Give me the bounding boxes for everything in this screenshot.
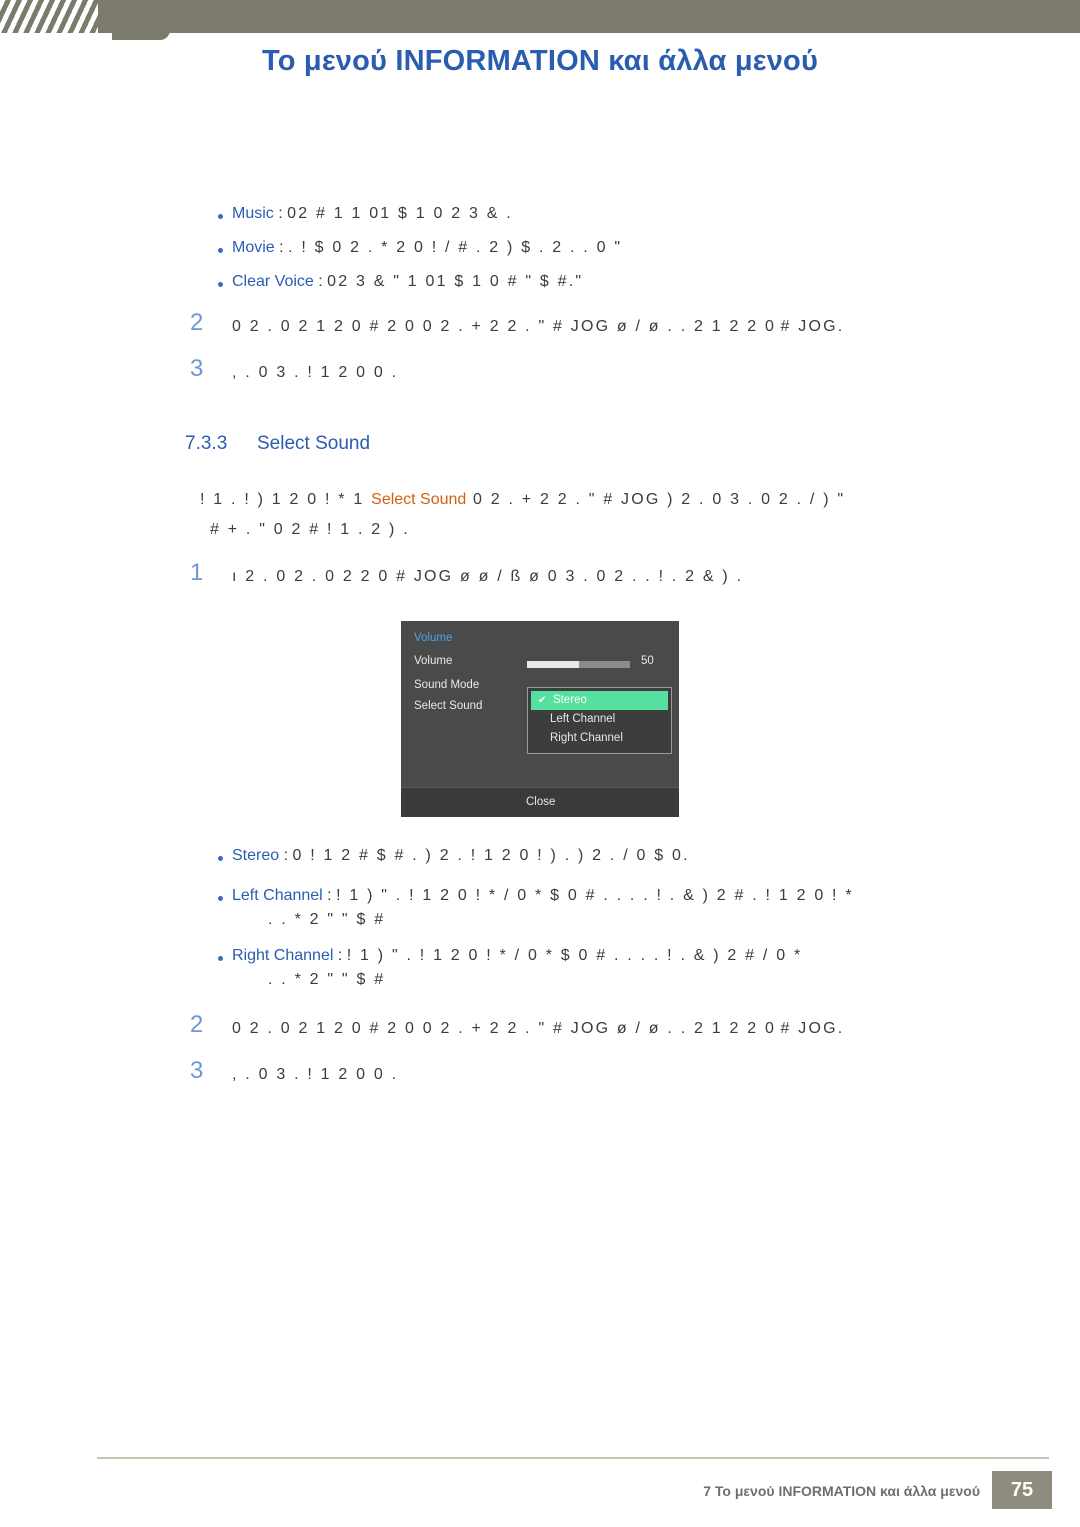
osd-footer: Close: [401, 787, 679, 817]
term-clear-voice: Clear Voice: [232, 273, 314, 290]
osd-row-volume[interactable]: Volume: [414, 655, 452, 667]
section-title: Select Sound: [257, 433, 371, 454]
osd-panel: Volume Volume Sound Mode Select Sound 50…: [401, 621, 679, 817]
select-sound-dropdown: ✔ Stereo Left Channel Right Channel: [527, 687, 672, 754]
step-text-continued: # JOG.: [780, 1020, 845, 1037]
list-item: Right Channel : ! 1 ) " . ! 1 2 0 ! * / …: [0, 947, 1080, 989]
bullet-icon: [218, 896, 223, 901]
close-button[interactable]: Close: [526, 796, 555, 808]
footer-info: INFORMATION: [778, 1483, 877, 1499]
volume-value: 50: [641, 655, 654, 667]
description-text-continued: . . * 2 " " $ #: [268, 911, 386, 928]
footer-prefix: Το μενού: [714, 1483, 779, 1499]
term-stereo: Stereo: [232, 847, 280, 864]
step-number: 1: [190, 559, 204, 586]
step-number: 2: [190, 1011, 204, 1038]
description-text: . ! $ 0 2 . * 2 0 ! / # . 2 ) $ . 2 . . …: [288, 239, 623, 256]
term-right-channel: Right Channel: [232, 947, 334, 964]
description-text: 02 3 & " 1 01 $ 1 0 # " $ #.": [327, 273, 584, 290]
step-number: 3: [190, 355, 204, 382]
footer-suffix: και άλλα μενού: [876, 1483, 980, 1499]
step-text: , . 0 3 . ! 1 2 0 0 .: [232, 1066, 399, 1083]
list-item: Stereo : 0 ! 1 2 # $ # . ) 2 . ! 1 2 0 !…: [0, 847, 1080, 869]
bullet-icon: [218, 856, 223, 861]
numbered-step: 3 , . 0 3 . ! 1 2 0 0 .: [0, 1057, 1080, 1089]
intro-post-text: 0 2 . + 2 2 . " # JOG ) 2 . 0 3 . 0 2 . …: [472, 491, 846, 508]
term-left-channel: Left Channel: [232, 887, 323, 904]
osd-figure: Volume Volume Sound Mode Select Sound 50…: [0, 621, 1080, 817]
bullet-icon: [218, 956, 223, 961]
footer-divider: [97, 1457, 1049, 1459]
list-item: Clear Voice : 02 3 & " 1 01 $ 1 0 # " $ …: [0, 273, 1080, 295]
numbered-step: 1 ı 2 . 0 2 . 0 2 2 0 # JOG ø ø / ß ø 0 …: [0, 559, 1080, 591]
page-title: Το μενού INFORMATION και άλλα μενού: [0, 45, 1080, 78]
volume-slider[interactable]: [527, 661, 630, 668]
page-title-info: INFORMATION: [395, 45, 600, 77]
term-movie: Movie: [232, 239, 275, 256]
description-text: ! 1 ) " . ! 1 2 0 ! * / 0 * $ 0 # . . . …: [346, 947, 803, 964]
page-title-suffix: και άλλα μενού: [600, 45, 819, 77]
step-text: 0 2 . 0 2 1 2 0 # 2 0 0 2 . + 2 2 . " # …: [232, 1020, 777, 1037]
description-text-continued: . . * 2 " " $ #: [268, 971, 386, 988]
page-content: Music : 02 # 1 1 01 $ 1 0 2 3 & . Movie …: [0, 205, 1080, 1095]
step-text: , . 0 3 . ! 1 2 0 0 .: [232, 364, 399, 381]
dropdown-option-label: Stereo: [553, 694, 587, 706]
intro-highlight: Select Sound: [371, 491, 467, 508]
step-text: ı 2 . 0 2 . 0 2 2 0 # JOG ø ø / ß ø 0 3 …: [232, 568, 744, 585]
description-text: 02 # 1 1 01 $ 1 0 2 3 & .: [287, 205, 513, 222]
intro-continued: # + . " 0 2 # ! 1 . 2 ) .: [210, 521, 410, 538]
dropdown-option-label: Left Channel: [550, 713, 616, 725]
list-item: Left Channel : ! 1 ) " . ! 1 2 0 ! * / 0…: [0, 887, 1080, 929]
bullet-icon: [218, 214, 223, 219]
numbered-step: 3 , . 0 3 . ! 1 2 0 0 .: [0, 355, 1080, 387]
step-number: 2: [190, 309, 204, 336]
intro-pre-text: ! 1 . ! ) 1 2 0 ! * 1: [200, 491, 365, 508]
term-colon: :: [279, 847, 289, 864]
osd-row-select-sound[interactable]: Select Sound: [414, 700, 482, 712]
bullet-icon: [218, 282, 223, 287]
section-number: 7.3.3: [185, 433, 228, 454]
dropdown-option-right-channel[interactable]: Right Channel: [528, 729, 671, 748]
bullet-icon: [218, 248, 223, 253]
section-intro-paragraph: ! 1 . ! ) 1 2 0 ! * 1 Select Sound 0 2 .…: [0, 485, 1080, 545]
term-colon: :: [313, 273, 323, 290]
header-tab-decoration: [112, 22, 170, 40]
footer-chapter: 7: [703, 1483, 715, 1499]
term-colon: :: [333, 947, 343, 964]
volume-slider-fill: [527, 661, 579, 668]
osd-row-sound-mode[interactable]: Sound Mode: [414, 679, 479, 691]
osd-title: Volume: [414, 632, 453, 644]
header-hatch-decoration: [0, 0, 98, 33]
numbered-step: 2 0 2 . 0 2 1 2 0 # 2 0 0 2 . + 2 2 . " …: [0, 1011, 1080, 1043]
step-number: 3: [190, 1057, 204, 1084]
term-music: Music: [232, 205, 274, 222]
list-item: Music : 02 # 1 1 01 $ 1 0 2 3 & .: [0, 205, 1080, 227]
check-icon: ✔: [538, 695, 547, 706]
list-item: Movie : . ! $ 0 2 . * 2 0 ! / # . 2 ) $ …: [0, 239, 1080, 261]
step-text-continued: # JOG.: [780, 318, 845, 335]
term-colon: :: [322, 887, 332, 904]
term-colon: :: [274, 239, 284, 256]
page-title-prefix: Το μενού: [261, 45, 396, 77]
numbered-step: 2 0 2 . 0 2 1 2 0 # 2 0 0 2 . + 2 2 . " …: [0, 309, 1080, 341]
description-text: 0 ! 1 2 # $ # . ) 2 . ! 1 2 0 ! ) . ) 2 …: [292, 847, 690, 864]
dropdown-option-label: Right Channel: [550, 732, 623, 744]
dropdown-option-left-channel[interactable]: Left Channel: [528, 710, 671, 729]
term-colon: :: [273, 205, 283, 222]
description-text: ! 1 ) " . ! 1 2 0 ! * / 0 * $ 0 # . . . …: [336, 887, 854, 904]
section-heading: 7.3.3 Select Sound: [0, 433, 1080, 455]
dropdown-option-stereo[interactable]: ✔ Stereo: [531, 691, 668, 710]
page-number: 75: [992, 1471, 1052, 1509]
footer-caption: 7 Το μενού INFORMATION και άλλα μενού: [703, 1483, 980, 1499]
step-text: 0 2 . 0 2 1 2 0 # 2 0 0 2 . + 2 2 . " # …: [232, 318, 777, 335]
